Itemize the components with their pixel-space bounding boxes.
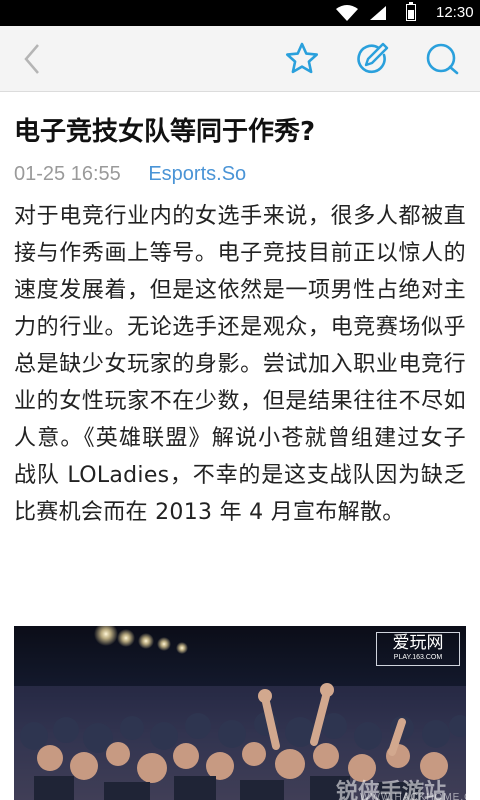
- back-button[interactable]: [14, 39, 54, 79]
- wifi-icon: [336, 5, 358, 21]
- article-meta: 01-25 16:55 Esports.So: [14, 160, 246, 188]
- edit-icon: [357, 42, 389, 74]
- article-source-link[interactable]: Esports.So: [148, 163, 246, 185]
- signal-icon: [370, 6, 386, 20]
- favorite-button[interactable]: [282, 39, 322, 79]
- article-title: 电子竞技女队等同于作秀?: [14, 117, 316, 147]
- back-arrow-icon: [24, 44, 39, 74]
- article-toolbar: [0, 26, 480, 92]
- watermark-badge: 爱玩网 PLAY.163.COM: [376, 632, 460, 666]
- watermark-url: WWW.HACKHOME.COM: [360, 792, 466, 800]
- status-bar: 12:30: [0, 0, 480, 26]
- article-photo[interactable]: 爱玩网 PLAY.163.COM 锐侠手游站 WWW.HACKHOME.COM: [14, 626, 466, 800]
- write-comment-button[interactable]: [352, 39, 392, 79]
- battery-icon: [406, 2, 416, 21]
- article-body: 对于电竞行业内的女选手来说，很多人都被直接与作秀画上等号。电子竞技目前正以惊人的…: [14, 204, 466, 525]
- comments-button[interactable]: [422, 39, 462, 79]
- watermark-sub: PLAY.163.COM: [393, 654, 443, 661]
- comment-icon: [426, 43, 459, 75]
- article-date: 01-25 16:55: [14, 163, 121, 185]
- status-time: 12:30: [436, 4, 474, 21]
- star-icon: [286, 42, 318, 74]
- watermark-main: 爱玩网: [392, 633, 444, 653]
